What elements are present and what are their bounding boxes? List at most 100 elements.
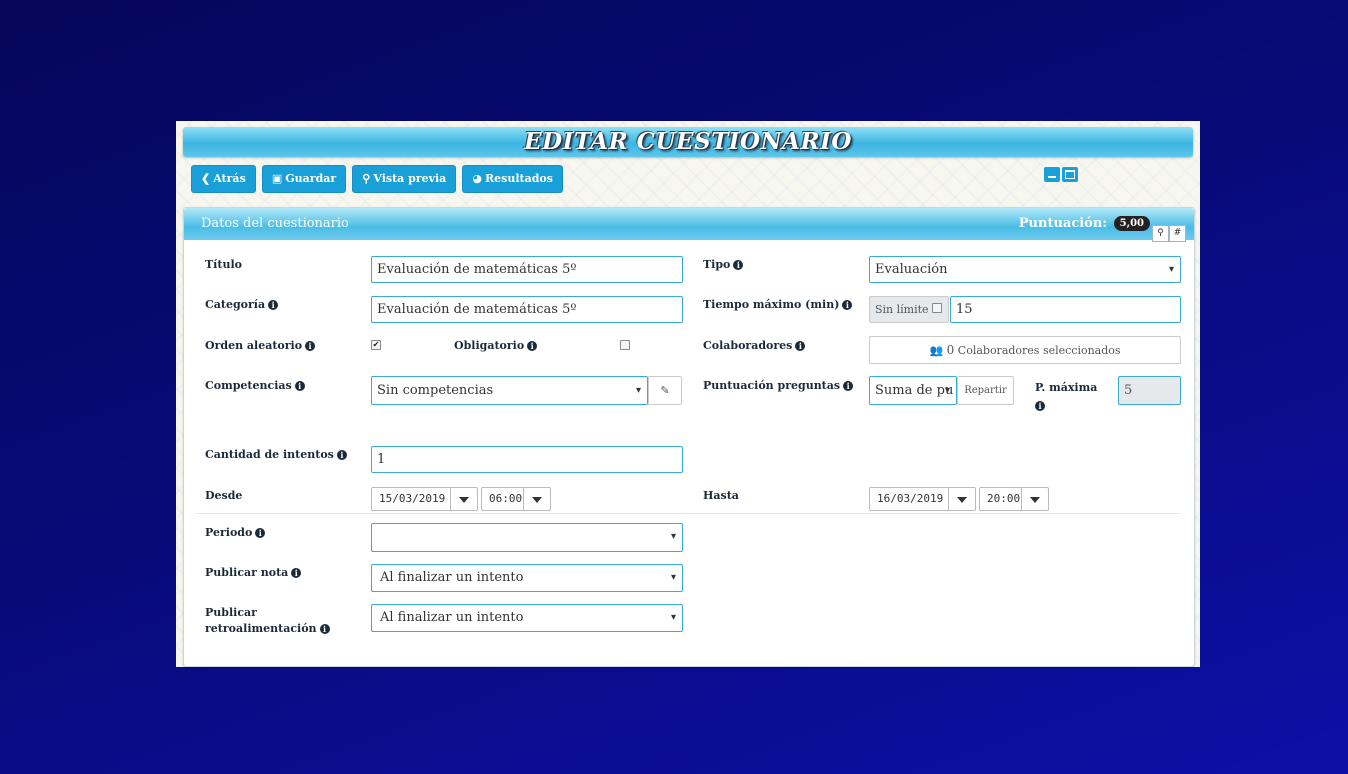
hasta-date-text: 16/03/2019	[877, 492, 944, 505]
tiempo-label-text: Tiempo máximo (min)	[703, 298, 840, 311]
results-label: Resultados	[485, 172, 553, 185]
publicar-nota-select[interactable]: Al finalizar un intento	[371, 564, 683, 592]
save-label: Guardar	[285, 172, 337, 185]
info-icon[interactable]: i	[527, 341, 538, 351]
publicar-nota-label: Publicar nota i	[205, 566, 302, 579]
periodo-label-text: Periodo	[205, 526, 253, 539]
periodo-label: Periodo i	[205, 526, 266, 539]
chevron-down-icon[interactable]	[1021, 488, 1048, 510]
obligatorio-label: Obligatorio i	[454, 339, 538, 352]
users-icon: 👥	[929, 344, 944, 357]
intentos-input[interactable]: 1	[371, 446, 683, 473]
hash-button[interactable]: #	[1169, 225, 1186, 242]
hasta-time-text: 20:00	[987, 492, 1021, 505]
info-icon[interactable]: i	[843, 381, 854, 391]
results-button[interactable]: ◕ Resultados	[462, 165, 563, 193]
back-button[interactable]: ❮ Atrás	[191, 165, 256, 193]
publicar-nota-label-text: Publicar nota	[205, 566, 289, 579]
puntuacion-label: Puntuación preguntas i	[703, 379, 854, 392]
info-icon[interactable]: i	[305, 341, 316, 351]
puntuacion-label-text: Puntuación preguntas	[703, 379, 841, 392]
pmax-label: P. máxima i	[1035, 379, 1097, 415]
categoria-input[interactable]: Evaluación de matemáticas 5º	[371, 296, 683, 323]
window-controls	[1044, 167, 1080, 186]
pencil-icon: ✎	[660, 384, 670, 397]
info-icon[interactable]: i	[795, 341, 806, 351]
orden-label-text: Orden aleatorio	[205, 339, 303, 352]
search-icon[interactable]: ⚲	[1152, 225, 1169, 242]
publicar-retro-select[interactable]: Al finalizar un intento	[371, 604, 683, 632]
pmax-input: 5	[1118, 376, 1181, 405]
colaboradores-count: 0	[946, 343, 955, 357]
desde-time-text: 06:00	[489, 492, 523, 505]
info-icon[interactable]: i	[1035, 401, 1045, 411]
info-icon[interactable]: i	[842, 300, 853, 310]
desde-label: Desde	[205, 489, 243, 502]
info-icon[interactable]: i	[294, 381, 305, 391]
floppy-disk-icon: ▣	[271, 172, 283, 185]
orden-aleatorio-checkbox[interactable]: ✔	[371, 340, 381, 350]
editor-window: EDITAR CUESTIONARIO ❮ Atrás ▣ Guardar ⚲ Vis…	[176, 121, 1200, 667]
tiempo-input[interactable]: 15	[950, 296, 1181, 323]
maximize-icon[interactable]	[1062, 167, 1078, 182]
intentos-label: Cantidad de intentos i	[205, 448, 347, 461]
desde-time-picker[interactable]: 06:00	[481, 487, 551, 511]
colaboradores-label: Colaboradores i	[703, 339, 806, 352]
sin-limite-checkbox[interactable]	[932, 303, 943, 313]
info-icon[interactable]: i	[733, 260, 744, 270]
tipo-label: Tipo i	[703, 258, 744, 271]
window-title: EDITAR CUESTIONARIO	[524, 128, 852, 155]
score-label: Puntuación:	[1018, 216, 1108, 231]
competencias-select[interactable]: Sin competencias	[371, 376, 648, 405]
minimize-icon[interactable]	[1044, 167, 1060, 182]
score-badge: 5,00	[1113, 216, 1150, 231]
desde-date-picker[interactable]: 15/03/2019	[371, 487, 478, 511]
preview-button[interactable]: ⚲ Vista previa	[352, 165, 457, 193]
pmax-label-text: P. máxima	[1035, 381, 1098, 394]
chevron-down-icon[interactable]	[523, 488, 550, 510]
publicar-retro-label: Publicar retroalimentación i	[205, 605, 330, 637]
divider	[196, 513, 1180, 514]
info-icon[interactable]: i	[268, 300, 279, 310]
publicar-retro-label-line1: Publicar	[205, 606, 257, 619]
quiz-data-panel: Datos del cuestionario Puntuación: 5,00 …	[183, 207, 1195, 667]
chevron-down-icon[interactable]	[948, 488, 975, 510]
competencias-label: Competencias i	[205, 379, 305, 392]
info-icon[interactable]: i	[336, 450, 347, 460]
search-icon: ⚲	[362, 172, 371, 185]
save-button[interactable]: ▣ Guardar	[261, 165, 347, 193]
info-icon[interactable]: i	[255, 528, 266, 538]
sin-limite-text: Sin límite	[875, 303, 929, 316]
desde-date-text: 15/03/2019	[379, 492, 446, 505]
periodo-select[interactable]	[371, 523, 683, 552]
publicar-retro-label-line2: retroalimentación	[205, 622, 317, 635]
repartir-button[interactable]: Repartir	[957, 376, 1014, 405]
score-display: Puntuación: 5,00	[1019, 208, 1150, 240]
colaboradores-button[interactable]: 👥 0 Colaboradores seleccionados	[869, 336, 1181, 364]
edit-competencias-button[interactable]: ✎	[648, 376, 682, 405]
puntuacion-select[interactable]: Suma de pu	[869, 376, 957, 405]
info-icon[interactable]: i	[319, 624, 330, 634]
tiempo-label: Tiempo máximo (min) i	[703, 298, 853, 311]
categoria-label: Categoría i	[205, 298, 279, 311]
titulo-label: Título	[205, 258, 242, 271]
window-titlebar: EDITAR CUESTIONARIO	[183, 127, 1193, 157]
obligatorio-label-text: Obligatorio	[454, 339, 525, 352]
chevron-down-icon[interactable]	[450, 488, 477, 510]
colaboradores-text: Colaboradores seleccionados	[957, 344, 1121, 357]
tipo-select[interactable]: Evaluación	[869, 256, 1181, 283]
competencias-label-text: Competencias	[205, 379, 292, 392]
toolbar: ❮ Atrás ▣ Guardar ⚲ Vista previa ◕ Resultado…	[191, 165, 564, 193]
orden-label: Orden aleatorio i	[205, 339, 316, 352]
hasta-time-picker[interactable]: 20:00	[979, 487, 1049, 511]
categoria-label-text: Categoría	[205, 298, 266, 311]
hasta-date-picker[interactable]: 16/03/2019	[869, 487, 976, 511]
hasta-label: Hasta	[703, 489, 739, 502]
sin-limite-addon: Sin límite	[869, 296, 949, 323]
chevron-left-icon: ❮	[201, 172, 211, 185]
panel-header: Datos del cuestionario Puntuación: 5,00 …	[184, 208, 1194, 242]
titulo-input[interactable]: Evaluación de matemáticas 5º	[371, 256, 683, 283]
panel-header-buttons: ⚲ #	[1152, 216, 1186, 248]
info-icon[interactable]: i	[291, 568, 302, 578]
obligatorio-checkbox[interactable]	[620, 340, 630, 350]
